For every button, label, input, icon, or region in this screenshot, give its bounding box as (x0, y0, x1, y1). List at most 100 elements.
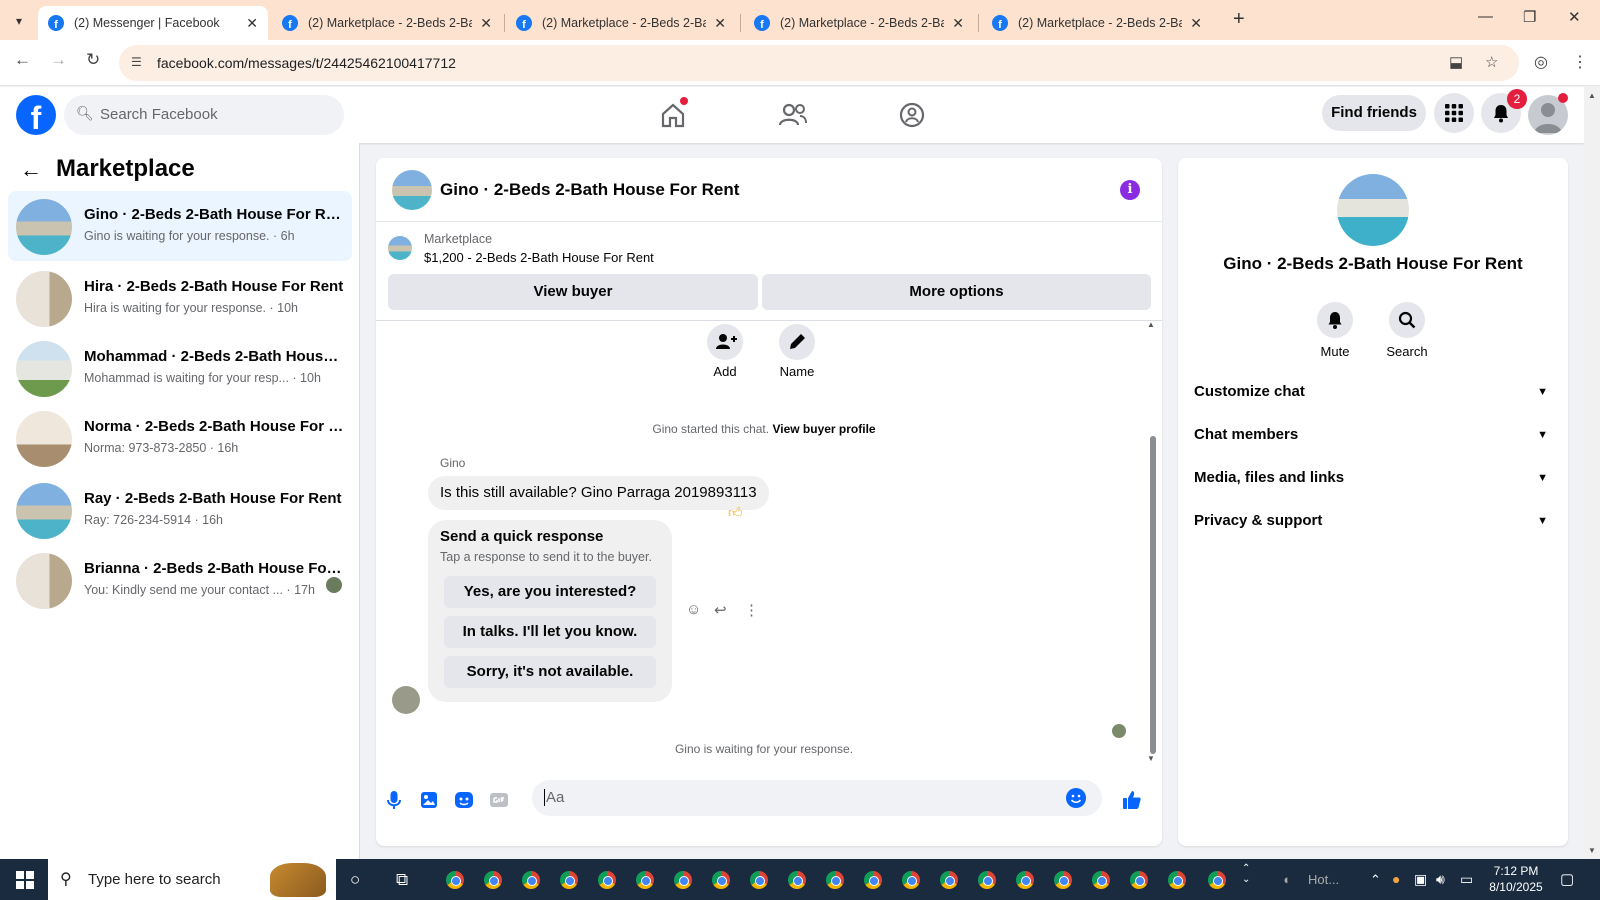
chrome-taskbar-icon[interactable] (444, 869, 466, 891)
restore-icon[interactable]: ❐ (1523, 8, 1536, 26)
conversation-item[interactable]: Ray · 2-Beds 2-Bath House For Rent Ray: … (8, 475, 352, 545)
browser-tab-marketplace-1[interactable]: f (2) Marketplace - 2-Beds 2-Bath ✕ (272, 6, 502, 40)
info-icon[interactable]: i (1120, 180, 1140, 200)
chat-avatar[interactable] (392, 170, 432, 210)
quick-response-button[interactable]: In talks. I'll let you know. (444, 616, 656, 648)
conversation-item[interactable]: Gino · 2-Beds 2-Bath House For Rent Gino… (8, 191, 352, 261)
chrome-taskbar-icon[interactable] (748, 869, 770, 891)
chrome-taskbar-icon[interactable] (1090, 869, 1112, 891)
chrome-taskbar-icon[interactable] (862, 869, 884, 891)
chrome-taskbar-icon[interactable] (596, 869, 618, 891)
install-app-icon[interactable]: ⬓ (1449, 53, 1463, 71)
browser-menu-icon[interactable]: ⋮ (1572, 52, 1588, 72)
taskbar-search-input[interactable]: ⚲ Type here to search (48, 859, 336, 900)
photo-icon[interactable] (417, 788, 441, 812)
bookmark-star-icon[interactable]: ☆ (1485, 53, 1498, 71)
listing-price-title[interactable]: $1,200 - 2-Beds 2-Bath House For Rent (424, 250, 654, 265)
tab-close-icon[interactable]: ✕ (1190, 15, 1202, 32)
chrome-taskbar-icon[interactable] (1206, 869, 1228, 891)
chrome-taskbar-icon[interactable] (558, 869, 580, 891)
chrome-taskbar-icon[interactable] (824, 869, 846, 891)
friends-nav-icon[interactable] (775, 97, 811, 133)
conversation-item[interactable]: Brianna · 2-Beds 2-Bath House For Rent Y… (8, 545, 352, 615)
chrome-taskbar-icon[interactable] (938, 869, 960, 891)
quick-response-button[interactable]: Yes, are you interested? (444, 576, 656, 608)
chat-title[interactable]: Gino · 2-Beds 2-Bath House For Rent (440, 180, 739, 200)
profile-icon[interactable]: ◎ (1534, 52, 1548, 72)
groups-nav-icon[interactable] (894, 97, 930, 133)
chrome-taskbar-icon[interactable] (1052, 869, 1074, 891)
scroll-down-arrow-icon[interactable]: ▼ (1588, 846, 1596, 855)
reload-icon[interactable]: ↻ (86, 50, 100, 70)
chrome-taskbar-icon[interactable] (1166, 869, 1188, 891)
chrome-taskbar-icon[interactable] (634, 869, 656, 891)
view-buyer-button[interactable]: View buyer (388, 274, 758, 310)
browser-tab-marketplace-4[interactable]: f (2) Marketplace - 2-Beds 2-Bath ✕ (982, 6, 1212, 40)
page-scrollbar[interactable]: ▲ ▼ (1584, 87, 1600, 859)
network-icon[interactable]: ▭ (1460, 871, 1473, 888)
listing-avatar[interactable] (1337, 174, 1409, 246)
mute-bell-icon[interactable] (1317, 302, 1353, 338)
more-options-button[interactable]: More options (762, 274, 1151, 310)
chrome-taskbar-icon[interactable] (710, 869, 732, 891)
react-emoji-icon[interactable]: ☺ (686, 601, 701, 618)
minimize-icon[interactable]: — (1478, 8, 1493, 25)
more-actions-icon[interactable]: ⋮ (744, 601, 759, 619)
forward-arrow-icon[interactable]: → (50, 50, 67, 70)
search-in-chat-icon[interactable] (1389, 302, 1425, 338)
find-friends-button[interactable]: Find friends (1322, 95, 1426, 131)
show-hidden-icons-icon[interactable]: ⌃ (1370, 872, 1381, 888)
chrome-taskbar-icon[interactable] (1014, 869, 1036, 891)
chrome-taskbar-icon[interactable] (520, 869, 542, 891)
chat-members-section[interactable]: Chat members ▼ (1194, 415, 1552, 455)
message-bubble[interactable]: Is this still available? Gino Parraga 20… (428, 476, 769, 510)
facebook-logo-icon[interactable]: f (16, 95, 56, 135)
edit-pencil-icon[interactable] (779, 324, 815, 360)
weather-icon[interactable]: ◖ (1282, 872, 1290, 887)
sender-avatar[interactable] (392, 686, 420, 714)
chrome-taskbar-icon[interactable] (482, 869, 504, 891)
menu-grid-icon[interactable] (1434, 93, 1474, 133)
tab-search-menu-icon[interactable]: ▾ (8, 10, 30, 32)
view-buyer-profile-link[interactable]: View buyer profile (772, 422, 875, 436)
thumbs-up-send-icon[interactable] (1120, 788, 1144, 812)
chrome-taskbar-icon[interactable] (672, 869, 694, 891)
taskbar-clock[interactable]: 7:12 PM 8/10/2025 (1476, 863, 1556, 895)
weather-label[interactable]: Hot... (1308, 872, 1339, 887)
site-info-icon[interactable]: ☰ (131, 55, 142, 69)
conversation-item[interactable]: Hira · 2-Beds 2-Bath House For Rent Hira… (8, 263, 352, 333)
cortana-icon[interactable]: ○ (350, 870, 360, 890)
back-arrow-icon[interactable]: ← (14, 50, 31, 70)
browser-tab-messenger[interactable]: f (2) Messenger | Facebook ✕ (38, 6, 268, 40)
tab-close-icon[interactable]: ✕ (480, 15, 492, 32)
task-view-icon[interactable]: ⧉ (396, 870, 408, 890)
url-text[interactable]: facebook.com/messages/t/2442546210041771… (157, 55, 456, 71)
address-bar[interactable]: ☰ facebook.com/messages/t/24425462100417… (119, 45, 1519, 81)
sticker-icon[interactable] (452, 788, 476, 812)
quick-response-button[interactable]: Sorry, it's not available. (444, 656, 656, 688)
message-input[interactable]: Aa (532, 780, 1102, 816)
tray-app-icon[interactable]: ● (1392, 871, 1400, 887)
chrome-taskbar-icon[interactable] (1128, 869, 1150, 891)
taskbar-scroll-icon[interactable]: ⌃ ⌄ (1242, 863, 1250, 885)
customize-chat-section[interactable]: Customize chat ▼ (1194, 372, 1552, 412)
notification-center-icon[interactable]: ▢ (1560, 870, 1574, 888)
chat-scrollbar[interactable] (1150, 436, 1156, 754)
tab-close-icon[interactable]: ✕ (246, 15, 258, 32)
browser-tab-marketplace-2[interactable]: f (2) Marketplace - 2-Beds 2-Bath ✕ (506, 6, 736, 40)
emoji-icon[interactable] (1066, 788, 1086, 808)
back-arrow-icon[interactable]: ← (20, 157, 42, 183)
privacy-support-section[interactable]: Privacy & support ▼ (1194, 501, 1552, 541)
microphone-icon[interactable] (382, 788, 406, 812)
facebook-search-input[interactable]: 🔍︎ Search Facebook (64, 95, 344, 135)
chrome-taskbar-icon[interactable] (900, 869, 922, 891)
meet-now-icon[interactable]: ▣ (1414, 871, 1427, 888)
scroll-down-arrow-icon[interactable]: ▼ (1147, 754, 1155, 763)
volume-icon[interactable]: 🔊︎ (1436, 871, 1445, 888)
browser-tab-marketplace-3[interactable]: f (2) Marketplace - 2-Beds 2-Bath ✕ (744, 6, 974, 40)
tab-close-icon[interactable]: ✕ (714, 15, 726, 32)
conversation-item[interactable]: Mohammad · 2-Beds 2-Bath House For Rent … (8, 333, 352, 403)
scroll-up-arrow-icon[interactable]: ▲ (1147, 320, 1155, 329)
media-files-links-section[interactable]: Media, files and links ▼ (1194, 458, 1552, 498)
chrome-taskbar-icon[interactable] (976, 869, 998, 891)
